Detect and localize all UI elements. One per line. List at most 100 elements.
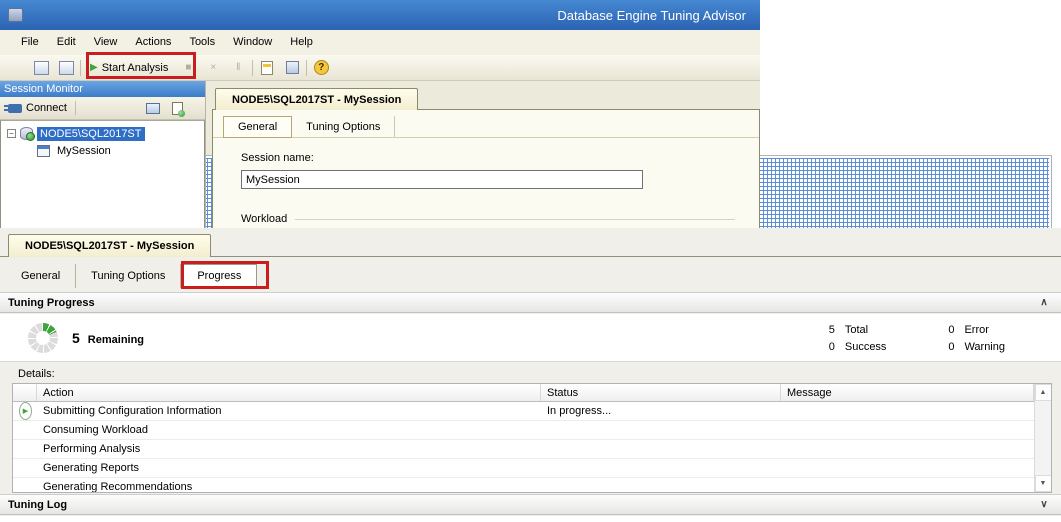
- plug-icon: [8, 104, 22, 113]
- status-column-header[interactable]: Status: [541, 384, 781, 401]
- stat-success: 0 Success: [823, 338, 887, 355]
- new-session-button[interactable]: [5, 57, 27, 79]
- menu-edit[interactable]: Edit: [48, 30, 85, 55]
- view-session-icon: [59, 61, 74, 75]
- tree-row-server[interactable]: − NODE5\SQL2017ST: [1, 125, 204, 142]
- tab-tuning-options[interactable]: Tuning Options: [292, 116, 395, 137]
- screenshot-canvas: Database Engine Tuning Advisor File Edit…: [0, 0, 1061, 522]
- tree-row-session[interactable]: MySession: [1, 142, 204, 159]
- menu-help[interactable]: Help: [281, 30, 322, 55]
- start-analysis-label: Start Analysis: [102, 62, 169, 74]
- progress-stats: 5 Total 0 Success 0 Error 0 Warn: [823, 321, 1005, 355]
- menu-bar: File Edit View Actions Tools Window Help: [0, 30, 760, 55]
- title-bar: Database Engine Tuning Advisor: [0, 0, 760, 30]
- stop-analysis-button[interactable]: ■: [177, 57, 199, 79]
- collapse-down-icon[interactable]: ∨: [1035, 499, 1053, 510]
- tree-expander-icon[interactable]: −: [7, 129, 16, 138]
- message-column-header[interactable]: Message: [781, 384, 1034, 401]
- session-tree: − NODE5\SQL2017ST MySession: [0, 120, 205, 229]
- remaining-count: 5: [72, 330, 80, 346]
- help-button[interactable]: ?: [310, 57, 332, 79]
- tuning-progress-header: Tuning Progress ∧: [0, 292, 1061, 313]
- tree-item-session[interactable]: MySession: [54, 144, 114, 158]
- server-icon: [20, 127, 33, 140]
- progress-tab-strip: General Tuning Options Progress: [6, 264, 257, 288]
- window-body: Session Monitor Connect −: [0, 81, 760, 229]
- disconnect-button[interactable]: [142, 102, 164, 115]
- remaining-label: Remaining: [88, 334, 144, 346]
- open-session-icon: [34, 61, 49, 75]
- menu-tools[interactable]: Tools: [180, 30, 224, 55]
- progress-spinner-icon: [28, 323, 58, 353]
- connect-label: Connect: [26, 102, 67, 114]
- start-analysis-button[interactable]: ▶ Start Analysis: [84, 57, 174, 79]
- session-icon: [37, 145, 50, 157]
- vertical-scrollbar[interactable]: ▲ ▼: [1034, 384, 1051, 492]
- toolbar-separator: [252, 60, 253, 76]
- reports-button[interactable]: [256, 57, 278, 79]
- document-tab-bottom[interactable]: NODE5\SQL2017ST - MySession: [8, 234, 211, 257]
- table-row[interactable]: Performing Analysis: [13, 440, 1034, 459]
- pause-icon: ‖: [236, 62, 240, 73]
- report-icon: [261, 61, 273, 75]
- refresh-button[interactable]: [168, 101, 187, 116]
- properties-button[interactable]: [281, 57, 303, 79]
- main-toolbar: ▶ Start Analysis ■ × ‖ ?: [0, 55, 760, 81]
- monitor-icon: [146, 103, 160, 114]
- tuning-advisor-window: Database Engine Tuning Advisor File Edit…: [0, 0, 760, 229]
- session-monitor-toolbar: Connect: [0, 97, 205, 120]
- workload-group-line: [295, 219, 735, 220]
- table-row[interactable]: Generating Reports: [13, 459, 1034, 478]
- tab-general-bottom[interactable]: General: [6, 264, 76, 288]
- in-progress-icon: ▶: [19, 402, 32, 420]
- cancel-icon: ×: [210, 62, 216, 73]
- stat-error: 0 Error: [942, 321, 1005, 338]
- scroll-up-arrow-icon[interactable]: ▲: [1035, 384, 1052, 401]
- progress-view: NODE5\SQL2017ST - MySession General Tuni…: [0, 228, 1061, 516]
- session-page: General Tuning Options Session name: Wor…: [212, 109, 760, 229]
- menu-actions[interactable]: Actions: [126, 30, 180, 55]
- menu-file[interactable]: File: [12, 30, 48, 55]
- pause-button[interactable]: ‖: [227, 57, 249, 79]
- session-monitor-title: Session Monitor: [4, 83, 83, 95]
- open-session-button[interactable]: [30, 57, 52, 79]
- cancel-button[interactable]: ×: [202, 57, 224, 79]
- table-row[interactable]: Consuming Workload: [13, 421, 1034, 440]
- scroll-down-arrow-icon[interactable]: ▼: [1035, 475, 1052, 492]
- general-form: Session name: Workload: [213, 138, 759, 225]
- toolbar-separator: [75, 101, 76, 115]
- session-name-input[interactable]: [241, 170, 643, 189]
- tree-item-server[interactable]: NODE5\SQL2017ST: [37, 127, 145, 141]
- table-row[interactable]: Generating Recommendations: [13, 478, 1034, 493]
- stat-total: 5 Total: [823, 321, 887, 338]
- properties-icon: [286, 61, 299, 74]
- play-icon: ▶: [90, 62, 98, 73]
- menu-view[interactable]: View: [85, 30, 127, 55]
- view-session-button[interactable]: [55, 57, 77, 79]
- action-column-header[interactable]: Action: [37, 384, 541, 401]
- tab-progress[interactable]: Progress: [181, 264, 257, 288]
- workload-label: Workload: [241, 213, 287, 225]
- tab-general[interactable]: General: [223, 116, 292, 138]
- progress-table: Action Status Message ▶ Submitting Confi…: [12, 383, 1052, 493]
- icon-column-header[interactable]: [13, 384, 37, 401]
- details-label: Details:: [18, 368, 55, 380]
- toolbar-separator: [80, 60, 81, 76]
- stop-icon: ■: [185, 62, 191, 73]
- session-monitor-header: Session Monitor: [0, 81, 205, 97]
- document-tab[interactable]: NODE5\SQL2017ST - MySession: [215, 88, 418, 110]
- remaining-counter: 5 Remaining: [72, 330, 144, 346]
- stat-warning: 0 Warning: [942, 338, 1005, 355]
- connect-button[interactable]: Connect: [4, 101, 71, 115]
- menu-window[interactable]: Window: [224, 30, 281, 55]
- app-icon: [8, 8, 23, 22]
- session-monitor-panel: Session Monitor Connect −: [0, 81, 206, 229]
- tuning-log-header: Tuning Log ∨: [0, 494, 1061, 515]
- window-title: Database Engine Tuning Advisor: [557, 8, 752, 23]
- toolbar-separator: [306, 60, 307, 76]
- collapse-up-icon[interactable]: ∧: [1035, 297, 1053, 308]
- refresh-icon: [172, 102, 183, 115]
- table-row[interactable]: ▶ Submitting Configuration Information I…: [13, 402, 1034, 421]
- session-tab-strip: General Tuning Options: [213, 110, 759, 138]
- tab-tuning-options-bottom[interactable]: Tuning Options: [76, 264, 181, 288]
